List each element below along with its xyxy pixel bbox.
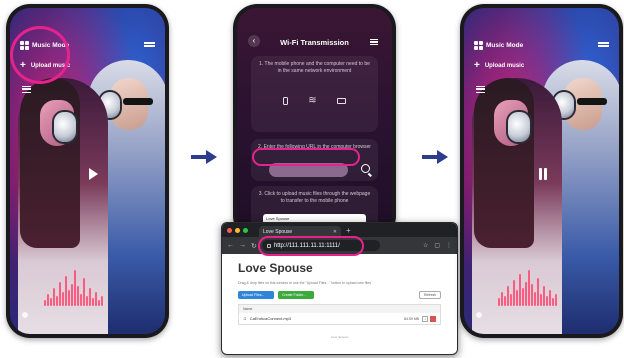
mini-page-title: Love Spouse [266, 216, 290, 221]
delete-icon[interactable] [430, 315, 436, 322]
wifi-icon: ≋ [308, 95, 317, 106]
transfer-icon[interactable] [144, 41, 155, 49]
phone-middle: ‹ Wi-Fi Transmission 1. The mobile phone… [233, 4, 396, 240]
dot-icon[interactable] [22, 312, 28, 318]
page-title: Love Spouse [238, 261, 313, 275]
music-file-icon: ♫ [243, 315, 247, 322]
tab-close-icon[interactable]: ✕ [333, 229, 337, 235]
download-icon[interactable]: ↓ [422, 315, 428, 322]
table-row[interactable]: ♫ CaEroticaConnect.mp3 84.59 MB ↓ [239, 313, 440, 324]
magnifier-icon[interactable] [361, 164, 370, 173]
arrow-right-icon [422, 150, 448, 164]
sidebar-icon[interactable]: ▢ [434, 242, 440, 249]
step3-text: 3. Click to upload music files through t… [258, 191, 371, 204]
close-dot-icon[interactable] [227, 227, 232, 233]
star-icon[interactable]: ☆ [423, 242, 428, 249]
dot-icon[interactable] [476, 312, 482, 318]
sunglasses [577, 98, 607, 105]
audio-wave [44, 266, 140, 306]
menu-icon[interactable]: ⋮ [446, 242, 452, 249]
arrow-right-icon [191, 150, 217, 164]
forward-arrow-icon[interactable]: → [239, 242, 246, 249]
highlight-url-pill [252, 148, 360, 166]
upload-label: Upload music [484, 63, 525, 69]
step1-text: 1. The mobile phone and the computer nee… [259, 61, 370, 74]
music-screen-right: Music Mode + Upload music [464, 8, 619, 334]
button-row: Upload Files... Create Folder... Refresh [238, 291, 441, 299]
tab-bar: Love Spouse ✕ + [222, 223, 457, 237]
phone-icon [283, 97, 289, 105]
playlist-icon[interactable] [22, 86, 31, 93]
page-hint: Drag & drop files on this window or use … [238, 281, 372, 285]
phone-right: Music Mode + Upload music [460, 4, 623, 338]
refresh-button[interactable]: Refresh [419, 291, 441, 299]
status-row: Music Mode [474, 38, 609, 52]
toolbar-icons: ☆ ▢ ⋮ [423, 242, 452, 249]
mode-label: Music Mode [486, 41, 524, 49]
page-footer: Love Spouse [330, 335, 349, 339]
wifi-title: Wi-Fi Transmission [280, 38, 349, 47]
highlight-circle-upload [10, 26, 70, 84]
monitor-icon [336, 98, 346, 104]
maximize-dot-icon[interactable] [243, 227, 248, 233]
plus-icon: + [474, 60, 480, 71]
highlight-url-bar [258, 236, 364, 256]
create-folder-button[interactable]: Create Folder... [278, 291, 314, 299]
device-row: ≋ [251, 96, 378, 106]
web-page: Love Spouse Drag & drop files on this wi… [222, 254, 457, 339]
pause-icon[interactable] [538, 168, 548, 180]
back-arrow-icon[interactable]: ← [227, 242, 234, 249]
sunglasses [123, 98, 153, 105]
new-tab-icon[interactable]: + [346, 226, 351, 235]
minimize-dot-icon[interactable] [235, 227, 240, 233]
play-icon[interactable] [89, 168, 98, 180]
headphone-icon [54, 112, 76, 142]
reload-icon[interactable]: ↻ [251, 242, 257, 250]
headphone-icon [508, 112, 530, 142]
tab-label: Love Spouse [263, 228, 293, 235]
file-size: 84.59 MB [404, 316, 419, 321]
audio-wave [498, 266, 594, 306]
grid-icon [474, 40, 483, 50]
step-card-1: 1. The mobile phone and the computer nee… [251, 56, 378, 132]
music-mode-selector[interactable]: Music Mode [474, 40, 524, 50]
file-name: CaEroticaConnect.mp3 [249, 316, 292, 321]
playlist-icon[interactable] [476, 86, 485, 93]
file-table: Name ♫ CaEroticaConnect.mp3 84.59 MB ↓ [238, 304, 441, 325]
upload-music-button[interactable]: + Upload music [474, 61, 524, 71]
list-icon[interactable] [370, 39, 378, 45]
upload-files-button[interactable]: Upload Files... [238, 291, 274, 299]
table-header: Name [239, 305, 440, 313]
wifi-screen: ‹ Wi-Fi Transmission 1. The mobile phone… [237, 8, 392, 236]
transfer-icon[interactable] [598, 41, 609, 49]
